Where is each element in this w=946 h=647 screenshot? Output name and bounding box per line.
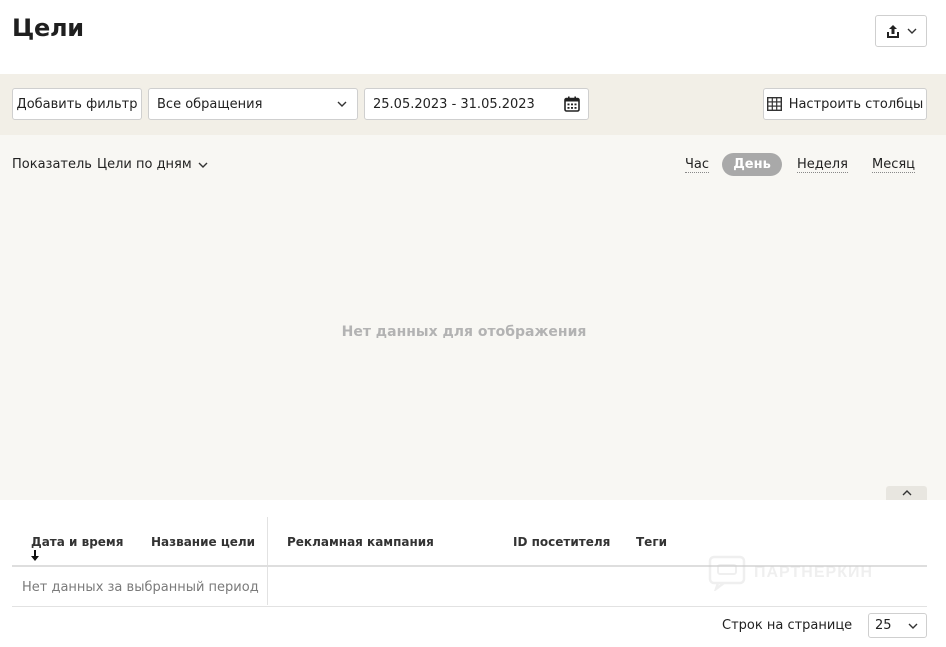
chevron-down-icon — [198, 162, 208, 168]
metric-select-value: Цели по дням — [97, 157, 192, 172]
column-divider — [267, 517, 268, 605]
appeals-select-value: Все обращения — [157, 96, 263, 112]
add-filter-label: Добавить фильтр — [16, 96, 138, 112]
column-header-campaign[interactable]: Рекламная кампания — [287, 535, 434, 549]
period-month-tab[interactable]: Месяц — [872, 157, 916, 173]
collapse-chart-button[interactable] — [886, 486, 927, 500]
columns-grid-icon — [766, 97, 782, 111]
rows-per-page-label: Строк на странице — [722, 618, 853, 633]
export-button[interactable] — [875, 15, 927, 47]
metric-select[interactable]: Цели по дням — [97, 157, 208, 172]
metric-label: Показатель — [12, 157, 92, 172]
sort-desc-icon[interactable] — [30, 550, 40, 566]
appeals-select[interactable]: Все обращения — [148, 88, 358, 120]
chevron-down-icon — [337, 101, 347, 107]
date-range-picker[interactable]: 25.05.2023 - 31.05.2023 — [364, 88, 589, 120]
table-empty-message: Нет данных за выбранный период — [22, 580, 259, 595]
watermark: ПАРТНЕРКИН — [708, 555, 873, 591]
add-filter-button[interactable]: Добавить фильтр — [12, 88, 142, 120]
rows-per-page-value: 25 — [875, 618, 892, 633]
period-day-tab[interactable]: День — [722, 153, 782, 176]
column-header-goal-name[interactable]: Название цели — [151, 535, 255, 549]
page-title: Цели — [12, 14, 84, 42]
chevron-up-icon — [902, 490, 911, 496]
date-range-value: 25.05.2023 - 31.05.2023 — [373, 96, 535, 112]
chart-empty-message: Нет данных для отображения — [341, 324, 587, 340]
column-header-date[interactable]: Дата и время — [31, 535, 123, 549]
calendar-icon[interactable] — [564, 96, 580, 112]
chevron-down-icon — [907, 28, 916, 34]
share-upload-icon — [886, 24, 899, 38]
configure-columns-button[interactable]: Настроить столбцы — [763, 88, 927, 120]
period-hour-tab[interactable]: Час — [685, 157, 710, 173]
configure-columns-label: Настроить столбцы — [788, 96, 924, 112]
table-footer-divider — [12, 606, 927, 607]
rows-per-page-select[interactable]: 25 — [868, 613, 927, 638]
chart-area — [0, 135, 946, 500]
column-header-tags[interactable]: Теги — [636, 535, 667, 549]
chevron-down-icon — [908, 623, 918, 629]
period-week-tab[interactable]: Неделя — [797, 157, 848, 173]
watermark-logo-icon — [708, 555, 746, 591]
watermark-text: ПАРТНЕРКИН — [754, 564, 874, 581]
column-header-visitor-id[interactable]: ID посетителя — [513, 535, 610, 549]
